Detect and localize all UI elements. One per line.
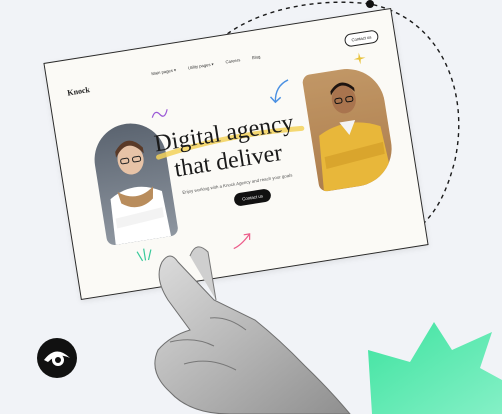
promo-scene: Knock Main pages ▾ Utility pages ▾ Caree… — [0, 0, 502, 414]
eye-logo — [37, 338, 77, 378]
eye-icon — [44, 351, 70, 366]
